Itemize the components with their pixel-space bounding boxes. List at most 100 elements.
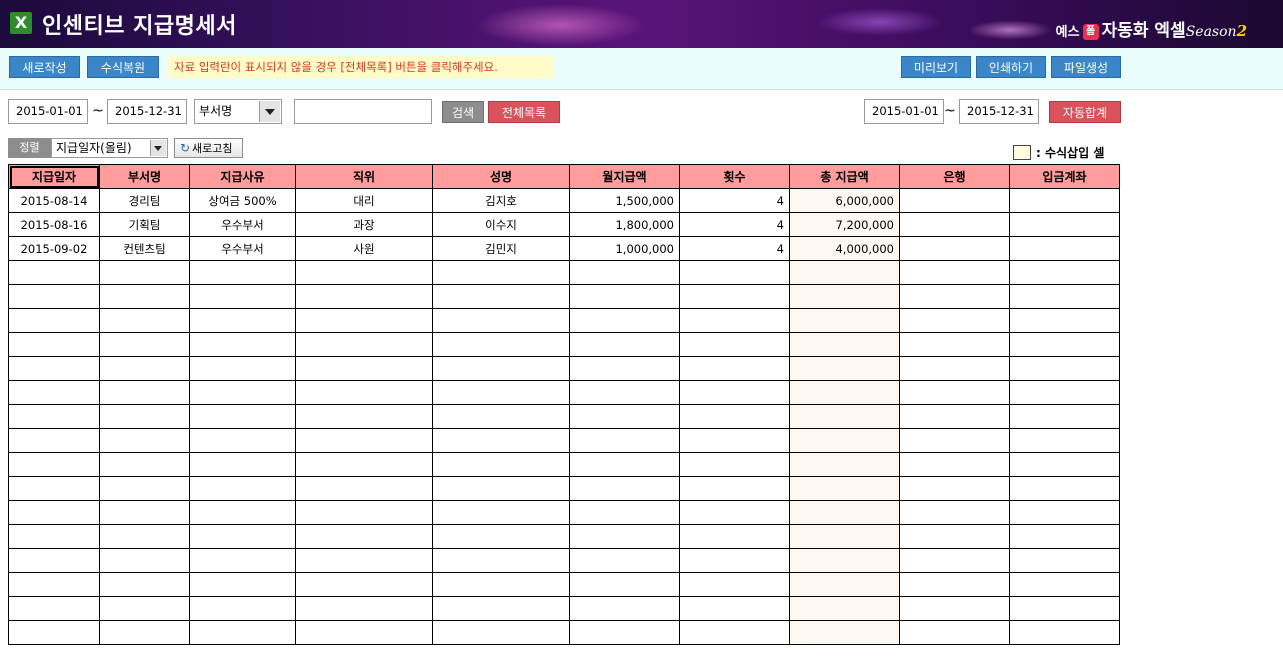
cell-department[interactable]: 경리팀 [99,188,190,213]
cell-bank[interactable] [899,212,1010,237]
cell-name[interactable]: 김지호 [432,188,570,213]
cell-position[interactable] [295,356,433,381]
cell-count[interactable]: 4 [679,236,790,261]
auto-sum-button[interactable]: 자동합계 [1049,101,1121,123]
cell-monthly-amount[interactable] [569,428,680,453]
cell-name[interactable]: 김민지 [432,236,570,261]
cell-account[interactable] [1009,332,1120,357]
cell-monthly-amount[interactable] [569,620,680,645]
cell-pay-date[interactable]: 2015-08-16 [8,212,100,237]
cell-count[interactable] [679,476,790,501]
cell-bank[interactable] [899,620,1010,645]
cell-account[interactable] [1009,380,1120,405]
cell-position[interactable]: 대리 [295,188,433,213]
cell-department[interactable] [99,500,190,525]
cell-account[interactable] [1009,452,1120,477]
header-pay-date[interactable]: 지급일자 [8,164,100,189]
cell-monthly-amount[interactable] [569,308,680,333]
cell-bank[interactable] [899,332,1010,357]
cell-position[interactable] [295,572,433,597]
cell-bank[interactable] [899,524,1010,549]
cell-monthly-amount[interactable] [569,356,680,381]
cell-monthly-amount[interactable] [569,404,680,429]
header-position[interactable]: 직위 [295,164,433,189]
cell-count[interactable] [679,452,790,477]
cell-bank[interactable] [899,572,1010,597]
cell-department[interactable] [99,260,190,285]
cell-reason[interactable] [189,476,296,501]
cell-total-amount[interactable] [789,596,900,621]
header-account[interactable]: 입금계좌 [1009,164,1120,189]
cell-count[interactable] [679,596,790,621]
cell-bank[interactable] [899,356,1010,381]
cell-monthly-amount[interactable] [569,380,680,405]
cell-count[interactable] [679,356,790,381]
new-button[interactable]: 새로작성 [9,56,80,78]
cell-count[interactable] [679,500,790,525]
cell-department[interactable] [99,620,190,645]
date-to-field[interactable]: 2015-12-31 [107,99,187,124]
cell-count[interactable] [679,260,790,285]
cell-bank[interactable] [899,596,1010,621]
cell-department[interactable] [99,596,190,621]
cell-name[interactable] [432,476,570,501]
header-bank[interactable]: 은행 [899,164,1010,189]
cell-position[interactable] [295,620,433,645]
chevron-down-icon[interactable] [259,101,280,122]
cell-account[interactable] [1009,260,1120,285]
cell-name[interactable] [432,572,570,597]
cell-position[interactable]: 사원 [295,236,433,261]
cell-bank[interactable] [899,188,1010,213]
cell-position[interactable] [295,308,433,333]
cell-reason[interactable] [189,404,296,429]
cell-monthly-amount[interactable] [569,452,680,477]
cell-count[interactable] [679,572,790,597]
cell-monthly-amount[interactable] [569,548,680,573]
cell-position[interactable] [295,452,433,477]
cell-department[interactable] [99,404,190,429]
cell-count[interactable] [679,332,790,357]
cell-bank[interactable] [899,476,1010,501]
create-file-button[interactable]: 파일생성 [1051,56,1121,78]
cell-pay-date[interactable]: 2015-09-02 [8,236,100,261]
cell-reason[interactable] [189,260,296,285]
cell-bank[interactable] [899,428,1010,453]
cell-monthly-amount[interactable] [569,524,680,549]
cell-position[interactable] [295,380,433,405]
cell-pay-date[interactable] [8,332,100,357]
cell-total-amount[interactable] [789,500,900,525]
cell-account[interactable] [1009,356,1120,381]
cell-total-amount[interactable] [789,548,900,573]
cell-pay-date[interactable] [8,596,100,621]
cell-account[interactable] [1009,212,1120,237]
cell-reason[interactable]: 우수부서 [189,212,296,237]
cell-count[interactable] [679,380,790,405]
cell-account[interactable] [1009,284,1120,309]
cell-pay-date[interactable] [8,548,100,573]
cell-bank[interactable] [899,260,1010,285]
cell-position[interactable] [295,596,433,621]
cell-monthly-amount[interactable] [569,572,680,597]
cell-monthly-amount[interactable] [569,284,680,309]
search-field-select[interactable]: 부서명 [194,99,282,124]
cell-bank[interactable] [899,452,1010,477]
cell-total-amount[interactable] [789,524,900,549]
cell-department[interactable] [99,428,190,453]
cell-total-amount[interactable] [789,620,900,645]
cell-reason[interactable] [189,452,296,477]
cell-monthly-amount[interactable]: 1,000,000 [569,236,680,261]
cell-reason[interactable] [189,428,296,453]
sum-date-from-field[interactable]: 2015-01-01 [864,99,944,124]
cell-pay-date[interactable] [8,284,100,309]
cell-position[interactable] [295,548,433,573]
cell-department[interactable] [99,332,190,357]
cell-account[interactable] [1009,548,1120,573]
all-list-button[interactable]: 전체목록 [488,101,560,123]
cell-name[interactable] [432,284,570,309]
cell-pay-date[interactable] [8,428,100,453]
preview-button[interactable]: 미리보기 [901,56,971,78]
cell-reason[interactable] [189,308,296,333]
cell-reason[interactable]: 상여금 500% [189,188,296,213]
cell-pay-date[interactable] [8,404,100,429]
cell-position[interactable] [295,332,433,357]
